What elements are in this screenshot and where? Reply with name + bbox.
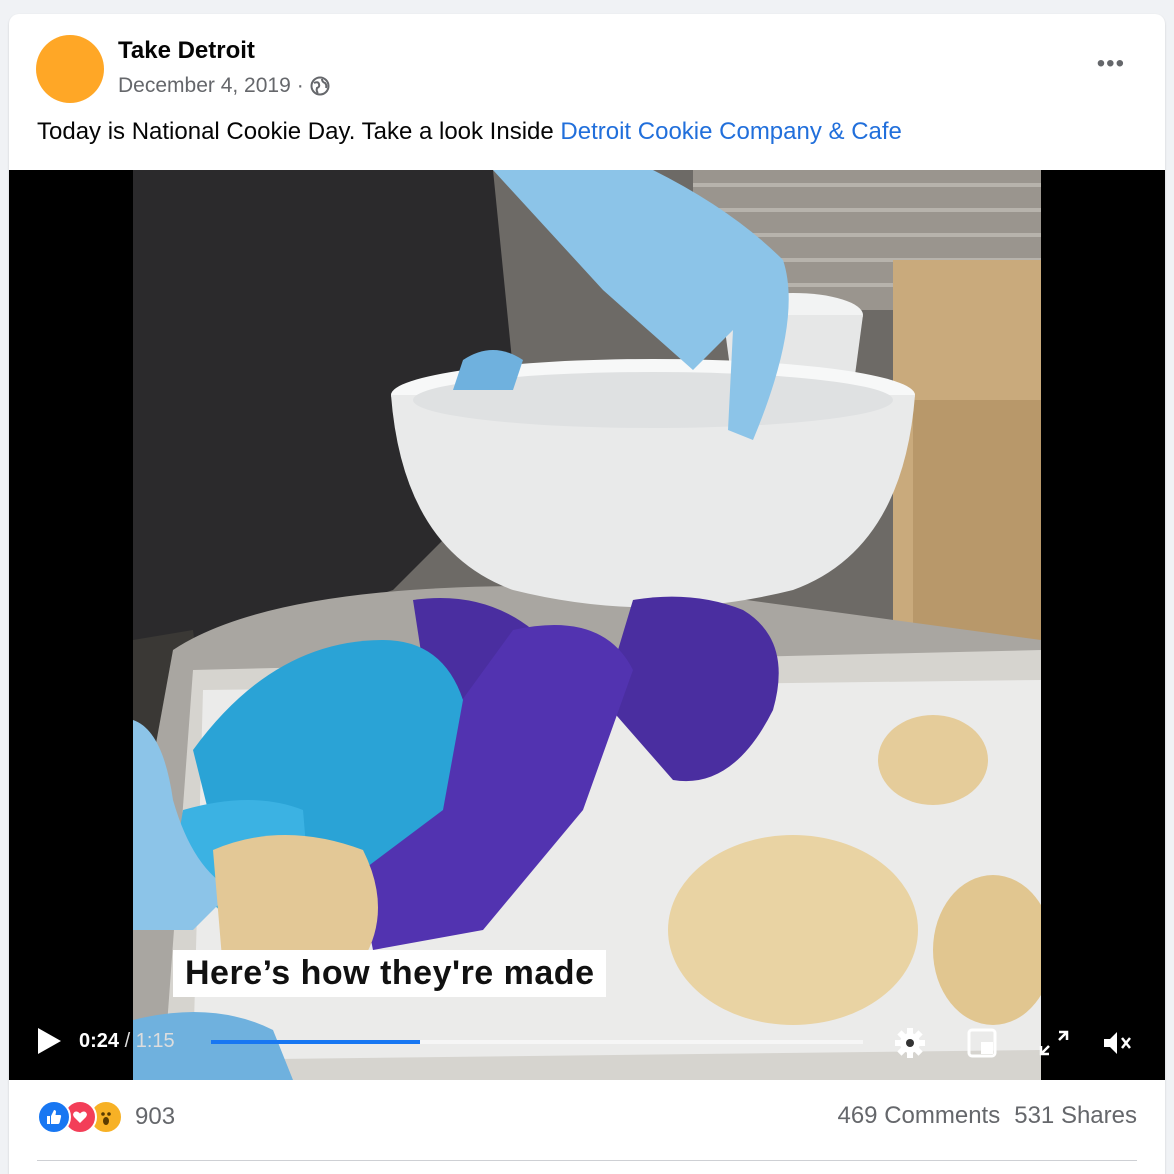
caption-text: Today is National Cookie Day. Take a loo… [37, 118, 561, 145]
total-time: 1:15 [135, 1030, 175, 1052]
page-avatar[interactable] [36, 35, 104, 103]
like-icon [37, 1100, 71, 1134]
time-separator: / [119, 1030, 136, 1052]
fullscreen-icon[interactable] [1037, 1028, 1071, 1058]
comments-count[interactable]: 469 Comments [837, 1102, 1000, 1129]
current-time: 0:24 [79, 1030, 120, 1052]
post-meta: December 4, 2019 · [118, 74, 330, 98]
reaction-count[interactable]: 903 [135, 1103, 175, 1131]
video-frame[interactable]: Here’s how they're made [133, 170, 1041, 1080]
video-controls: 0:24 / 1:15 [9, 1018, 1165, 1068]
progress-fill [211, 1040, 420, 1044]
shares-count[interactable]: 531 Shares [1014, 1102, 1137, 1129]
video-time: 0:24 / 1:15 [79, 1030, 175, 1053]
post-caption: Today is National Cookie Day. Take a loo… [37, 118, 902, 146]
meta-separator: · [296, 74, 304, 97]
more-options-button[interactable]: ••• [1097, 52, 1125, 76]
progress-bar[interactable] [211, 1040, 863, 1044]
globe-icon[interactable] [310, 76, 330, 96]
video-subtitle: Here’s how they're made [173, 950, 607, 997]
reactions-summary[interactable]: 903 [37, 1100, 175, 1134]
miniplayer-icon[interactable] [965, 1028, 999, 1058]
settings-icon[interactable] [893, 1028, 927, 1058]
post-card: Take Detroit December 4, 2019 · ••• Toda… [9, 14, 1165, 1174]
page-name[interactable]: Take Detroit [118, 37, 255, 65]
post-date[interactable]: December 4, 2019 [118, 74, 291, 98]
footer-divider [37, 1160, 1137, 1161]
caption-page-link[interactable]: Detroit Cookie Company & Cafe [560, 118, 901, 145]
muted-icon[interactable] [1101, 1028, 1135, 1058]
video-player[interactable]: Here’s how they're made 0:24 / 1:15 [9, 170, 1165, 1080]
play-icon[interactable] [35, 1026, 63, 1056]
engagement-stats: 469 Comments 531 Shares [837, 1102, 1137, 1130]
video-still [133, 170, 1041, 1080]
